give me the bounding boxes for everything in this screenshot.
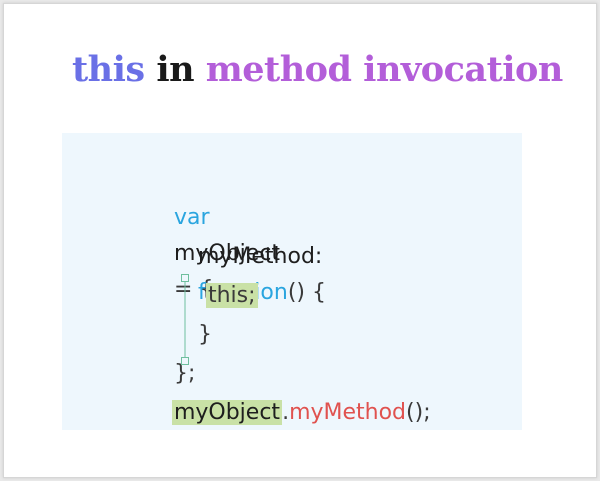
card-frame: this in method invocation var myObject =… <box>3 3 597 478</box>
connector-handle-top <box>181 274 189 282</box>
title-in: in <box>156 49 195 90</box>
title-this: this <box>72 49 145 90</box>
code-block: var myObject = { myMethod: function() { … <box>62 133 522 430</box>
connector-handle-bottom <box>181 357 189 365</box>
code-panel: var myObject = { myMethod: function() { … <box>62 133 522 430</box>
diagram-title: this in method invocation <box>72 42 563 98</box>
this-binding-connector <box>181 274 189 365</box>
title-method-invocation: method invocation <box>205 49 564 90</box>
